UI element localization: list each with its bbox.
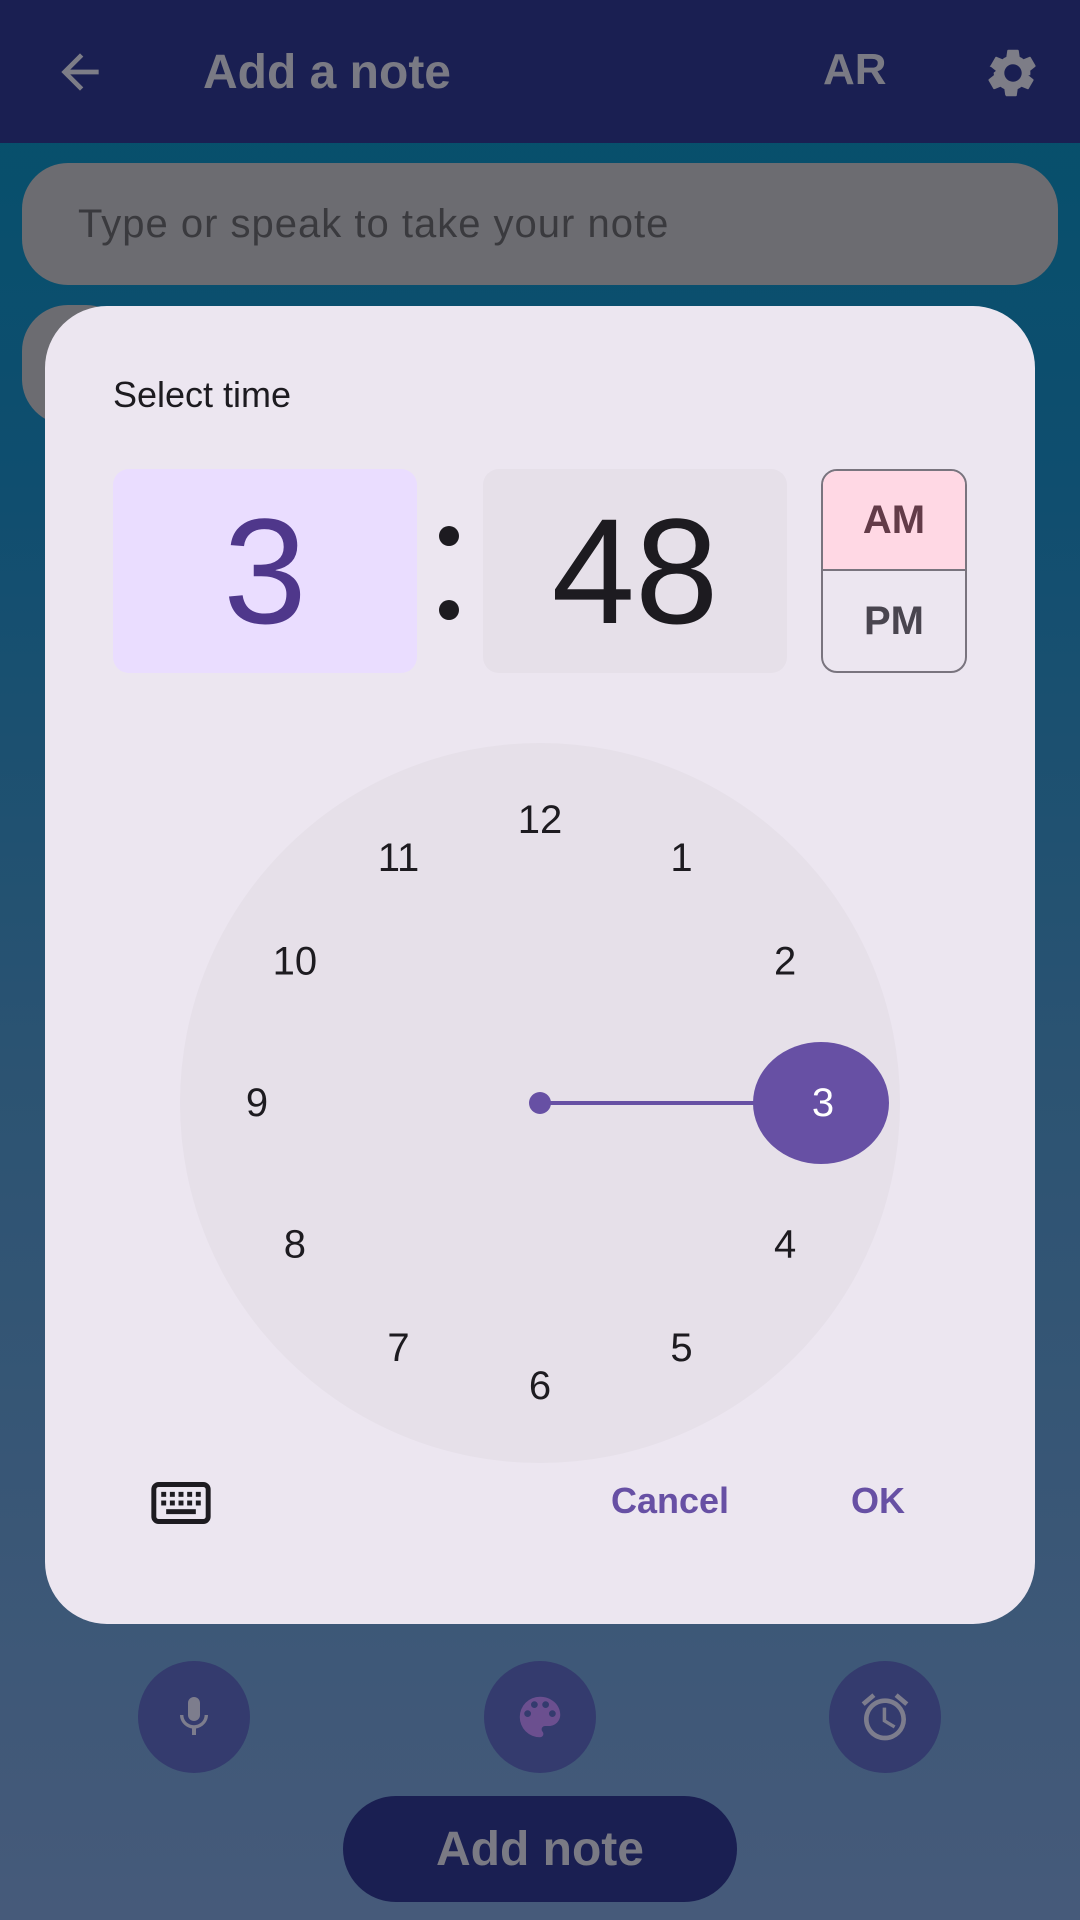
app-bar: Add a note AR bbox=[0, 0, 1080, 143]
clock-number-8[interactable]: 8 bbox=[284, 1223, 306, 1267]
clock-number-6[interactable]: 6 bbox=[529, 1364, 551, 1408]
clock-number-1[interactable]: 1 bbox=[670, 836, 692, 880]
mic-icon bbox=[180, 1697, 208, 1735]
ok-button[interactable]: OK bbox=[851, 1480, 905, 1522]
clock-dial[interactable]: 121234567891011 bbox=[45, 306, 1035, 1624]
add-note-button[interactable]: Add note bbox=[343, 1796, 737, 1902]
clock-number-4[interactable]: 4 bbox=[774, 1223, 796, 1267]
palette-button[interactable] bbox=[484, 1661, 596, 1773]
time-picker-dialog: Select time 3 48 AM PM 12 1 2 3 4 5 6 7 8 9 10 11 C… bbox=[45, 306, 1035, 1624]
clock-number-5[interactable]: 5 bbox=[670, 1326, 692, 1370]
alarm-icon bbox=[861, 1693, 909, 1741]
cancel-button[interactable]: Cancel bbox=[611, 1480, 729, 1522]
gear-icon[interactable] bbox=[984, 44, 1042, 102]
page-title: Add a note bbox=[203, 46, 451, 99]
alarm-button[interactable] bbox=[829, 1661, 941, 1773]
clock-number-3[interactable]: 3 bbox=[812, 1081, 834, 1125]
clock-number-11[interactable]: 11 bbox=[378, 836, 420, 880]
clock-number-2[interactable]: 2 bbox=[774, 940, 796, 984]
clock-center-dot bbox=[529, 1092, 551, 1114]
language-button[interactable]: AR bbox=[823, 45, 887, 95]
clock-number-9[interactable]: 9 bbox=[246, 1081, 268, 1125]
palette-icon bbox=[519, 1696, 561, 1738]
clock-number-7[interactable]: 7 bbox=[387, 1326, 409, 1370]
keyboard-icon[interactable] bbox=[151, 1482, 211, 1524]
clock-number-12[interactable]: 12 bbox=[518, 798, 563, 842]
arrow-back-icon[interactable] bbox=[50, 44, 110, 100]
mic-button[interactable] bbox=[138, 1661, 250, 1773]
note-input[interactable]: Type or speak to take your note bbox=[22, 163, 1058, 285]
clock-number-10[interactable]: 10 bbox=[273, 940, 318, 984]
